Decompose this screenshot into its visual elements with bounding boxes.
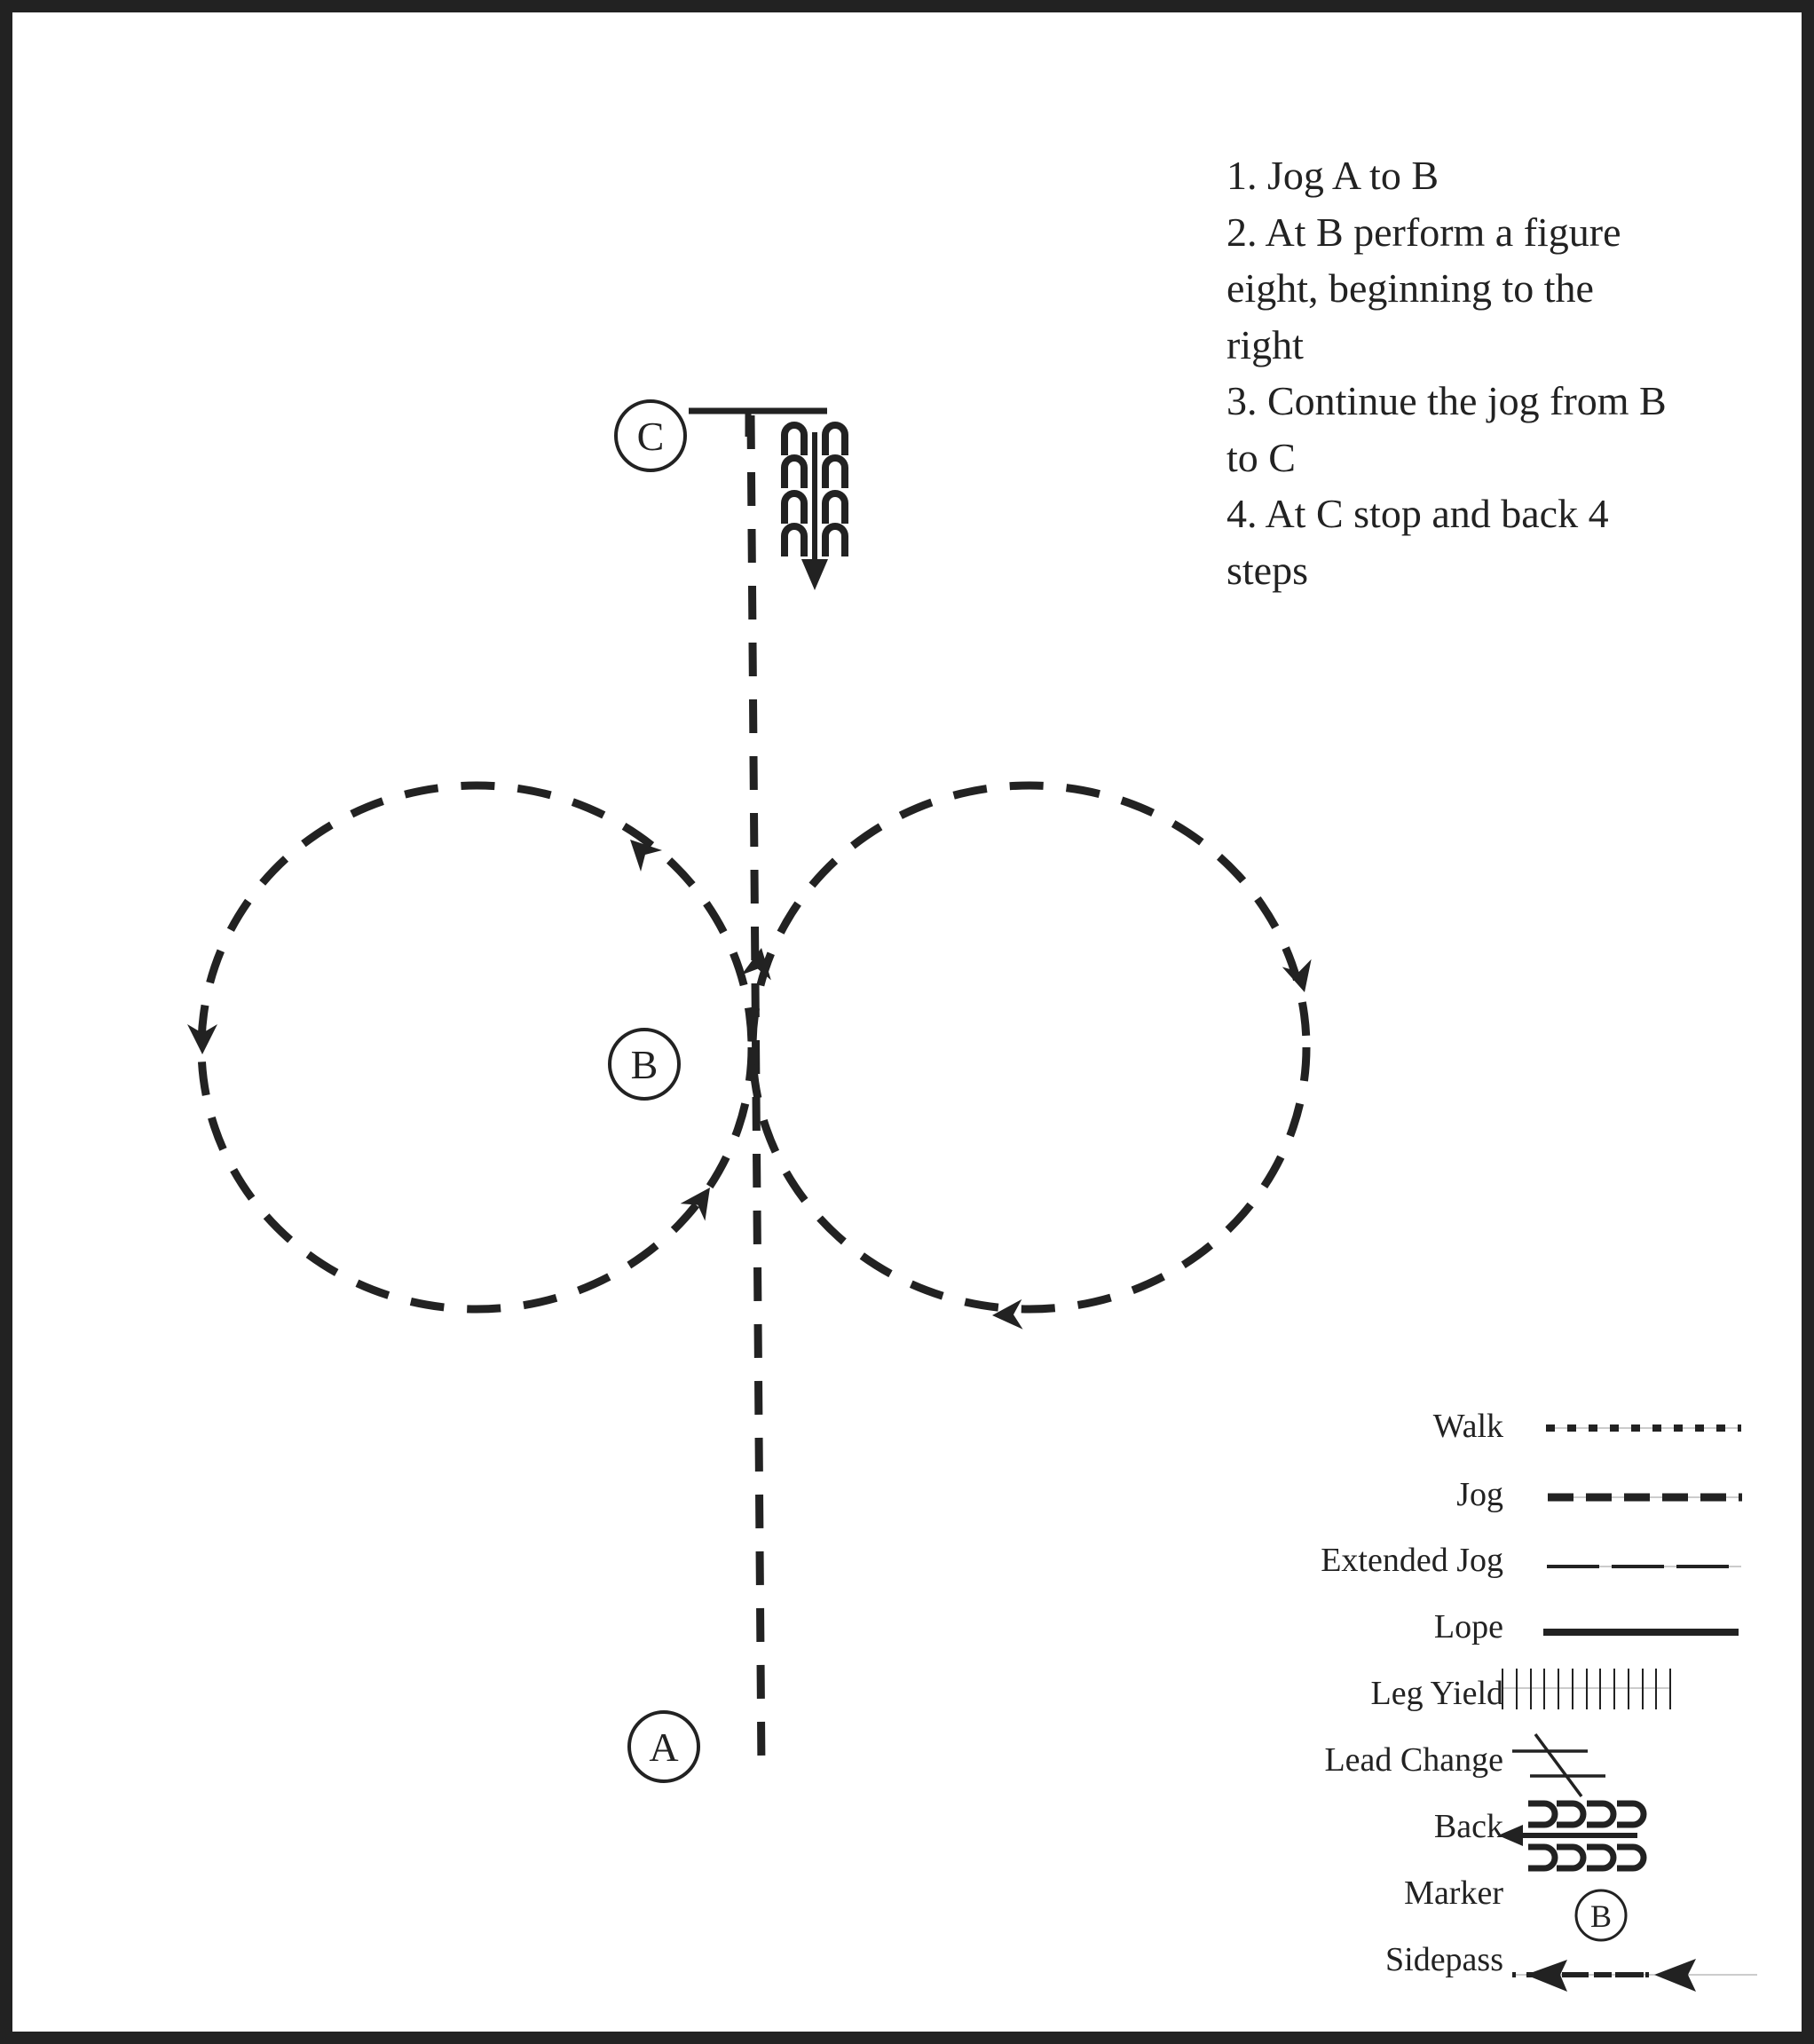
legend-label-sidepass: Sidepass: [1385, 1941, 1503, 1978]
instruction-step: 1. Jog A to B: [1226, 153, 1439, 198]
legend-label-walk: Walk: [1432, 1408, 1503, 1445]
legend-symbols: B: [1498, 1424, 1757, 1992]
legend-label-lead-change: Lead Change: [1324, 1741, 1503, 1779]
legend-label-jog: Jog: [1456, 1476, 1503, 1513]
arrow-icon: [1282, 959, 1320, 997]
lead-change-symbol: [1512, 1732, 1605, 1798]
legend-label-marker: Marker: [1404, 1874, 1503, 1912]
back-arrow-icon: [801, 559, 828, 590]
legend-label-extended-jog: Extended Jog: [1321, 1542, 1503, 1579]
back-symbol: [1498, 1800, 1647, 1872]
marker-b-label: B: [631, 1042, 659, 1087]
marker-b: B: [608, 1028, 681, 1101]
marker-c-label: C: [637, 414, 665, 459]
leg-yield-symbol: [1502, 1669, 1671, 1709]
instructions-list: 1. Jog A to B 2. At B perform a figure e…: [1226, 147, 1777, 598]
marker-c: C: [614, 399, 687, 472]
marker-a-label: A: [649, 1724, 678, 1770]
legend-label-back: Back: [1433, 1808, 1503, 1845]
marker-symbol: B: [1574, 1889, 1628, 1942]
instruction-step: 3. Continue the jog from B to C: [1226, 378, 1667, 480]
legend-label-leg-yield: Leg Yield: [1370, 1675, 1504, 1712]
marker-a: A: [627, 1710, 700, 1783]
right-circle-path: [748, 781, 1311, 1314]
legend-label-lope: Lope: [1433, 1608, 1503, 1645]
instruction-step: 4. At C stop and back 4 steps: [1226, 491, 1609, 593]
sidepass-symbol: [1512, 1959, 1757, 1992]
legend-marker-letter: B: [1590, 1898, 1612, 1934]
back-steps-symbol: [781, 422, 848, 568]
instruction-step: 2. At B perform a figure eight, beginnin…: [1226, 209, 1621, 367]
